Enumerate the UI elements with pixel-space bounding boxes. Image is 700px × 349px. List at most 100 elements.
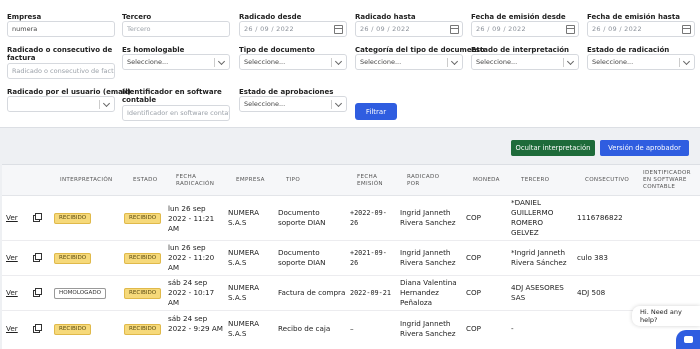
calendar-icon[interactable] (566, 25, 575, 34)
chat-icon[interactable] (676, 330, 700, 349)
tercero-cell: - (511, 324, 514, 333)
divider (331, 100, 332, 109)
estado-badge: RECIBIDO (124, 324, 162, 335)
tipo-documento-select[interactable]: Seleccione... (239, 54, 347, 70)
estado-radicacion-value: Seleccione... (592, 58, 634, 66)
radicado-por-label: Radicado por el usuario (email) (7, 88, 131, 96)
header-radicado-por: RADICADO POR (407, 173, 440, 187)
estado-aprobaciones-select[interactable]: Seleccione... (239, 96, 347, 112)
categoria-select[interactable]: Seleccione... (355, 54, 463, 70)
empresa-cell: NUMERA S.A.S (228, 208, 259, 227)
moneda-cell: COP (466, 324, 482, 333)
documents-table: INTERPRETACIÓN ESTADO FECHA RADICACIÓN E… (2, 164, 700, 349)
radicado-por-select[interactable] (7, 96, 115, 112)
fecha-radicacion: lun 26 sep 2022 - 11:21 AM (168, 204, 215, 233)
header-moneda: MONEDA (473, 177, 500, 183)
filtrar-button[interactable]: Filtrar (355, 103, 397, 120)
tercero-cell: *DANIEL GUILLERMO ROMERO GELVEZ (511, 198, 554, 237)
ver-link[interactable]: Ver (6, 324, 18, 334)
fecha-emision-cell: +2022-09-26 (350, 209, 387, 227)
consecutivo-cell: 4DJ 508 (577, 288, 606, 297)
chevron-down-icon[interactable] (334, 99, 343, 108)
empresa-field[interactable]: numera (7, 21, 115, 37)
empresa-label: Empresa (7, 13, 42, 21)
calendar-icon[interactable] (334, 25, 343, 34)
chevron-down-icon[interactable] (566, 57, 575, 66)
help-bubble[interactable]: Hi. Need any help? (632, 306, 700, 326)
chevron-down-icon[interactable] (450, 57, 459, 66)
interpretacion-badge: HOMOLOGADO (54, 288, 107, 299)
table-row: Ver HOMOLOGADO RECIBIDO sáb 24 sep 2022 … (2, 276, 700, 311)
estado-badge: RECIBIDO (124, 288, 162, 299)
radicado-por-cell: Diana Valentina Hernandez Peñaloza (400, 278, 457, 307)
ocultar-interpretacion-button[interactable]: Ocultar interpretación (511, 140, 595, 156)
chevron-down-icon[interactable] (102, 99, 111, 108)
emision-desde-value: 26 / 09 / 2022 (476, 25, 526, 33)
moneda-cell: COP (466, 253, 482, 262)
tercero-field[interactable]: Tercero (122, 21, 230, 37)
homologable-value: Seleccione... (127, 58, 169, 66)
chevron-down-icon[interactable] (334, 57, 343, 66)
tipo-cell: Documento soporte DIAN (278, 248, 326, 267)
copy-icon[interactable] (33, 324, 42, 333)
consecutivo-label: Radicado o consecutivo de factura (7, 46, 113, 62)
radicado-por-cell: Ingrid Janneth Rivera Sanchez (400, 248, 456, 267)
copy-icon[interactable] (33, 253, 42, 262)
moneda-cell: COP (466, 213, 482, 222)
chevron-down-icon[interactable] (682, 57, 691, 66)
header-interpretacion: INTERPRETACIÓN (60, 177, 113, 183)
divider (331, 58, 332, 67)
tipo-documento-label: Tipo de documento (239, 46, 315, 54)
tercero-cell: *Ingrid Janneth Rivera Sánchez (511, 248, 567, 267)
tipo-documento-value: Seleccione... (244, 58, 286, 66)
copy-icon[interactable] (33, 213, 42, 222)
emision-hasta-field[interactable]: 26 / 09 / 2022 (587, 21, 695, 37)
emision-desde-field[interactable]: 26 / 09 / 2022 (471, 21, 579, 37)
ver-link[interactable]: Ver (6, 213, 18, 223)
fecha-emision-cell: – (350, 324, 354, 333)
consecutivo-cell: culo 383 (577, 253, 608, 262)
categoria-value: Seleccione... (360, 58, 402, 66)
radicado-hasta-field[interactable]: 26 / 09 / 2022 (355, 21, 463, 37)
ver-link[interactable]: Ver (6, 288, 18, 298)
interpretacion-badge: RECIBIDO (54, 324, 92, 335)
calendar-icon[interactable] (682, 25, 691, 34)
estado-aprobaciones-value: Seleccione... (244, 100, 286, 108)
tipo-cell: Documento soporte DIAN (278, 208, 326, 227)
estado-radicacion-label: Estado de radicación (587, 46, 670, 54)
estado-aprobaciones-label: Estado de aprobaciones (239, 88, 334, 96)
estado-interpretacion-select[interactable]: Seleccione... (471, 54, 579, 70)
tercero-cell: 4DJ ASESORES SAS (511, 283, 564, 302)
radicado-hasta-value: 26 / 09 / 2022 (360, 25, 410, 33)
consecutivo-field[interactable]: Radicado o consecutivo de factu (7, 63, 115, 79)
filter-panel: Empresa numera Tercero Tercero Radicado … (0, 0, 700, 128)
calendar-icon[interactable] (450, 25, 459, 34)
radicado-desde-field[interactable]: 26 / 09 / 2022 (239, 21, 347, 37)
empresa-cell: NUMERA S.A.S (228, 319, 259, 338)
empresa-cell: NUMERA S.A.S (228, 248, 259, 267)
estado-interpretacion-value: Seleccione... (476, 58, 518, 66)
homologable-label: Es homologable (122, 46, 185, 54)
homologable-select[interactable]: Seleccione... (122, 54, 230, 70)
ver-link[interactable]: Ver (6, 253, 18, 263)
version-aprobador-button[interactable]: Versión de aprobador (600, 140, 689, 156)
consecutivo-cell: 1116786822 (577, 213, 623, 222)
estado-radicacion-select[interactable]: Seleccione... (587, 54, 695, 70)
divider (99, 100, 100, 109)
radicado-desde-value: 26 / 09 / 2022 (244, 25, 294, 33)
identificador-field[interactable]: Identificador en software contat (122, 105, 230, 121)
tipo-cell: Factura de compra (278, 288, 346, 297)
header-fecha-emision: FECHA EMISIÓN (357, 173, 383, 187)
chevron-down-icon[interactable] (217, 57, 226, 66)
tercero-label: Tercero (122, 13, 152, 21)
fecha-emision-cell: 2022-09-21 (350, 289, 391, 297)
divider (679, 58, 680, 67)
header-consecutivo: CONSECUTIVO (585, 177, 630, 183)
fecha-emision-cell: +2021-09-26 (350, 249, 387, 267)
interpretacion-badge: RECIBIDO (54, 213, 92, 224)
header-tipo: TIPO (286, 177, 301, 183)
header-tercero: TERCERO (521, 177, 550, 183)
divider (563, 58, 564, 67)
copy-icon[interactable] (33, 288, 42, 297)
table-row: Ver RECIBIDO RECIBIDO lun 26 sep 2022 - … (2, 241, 700, 276)
